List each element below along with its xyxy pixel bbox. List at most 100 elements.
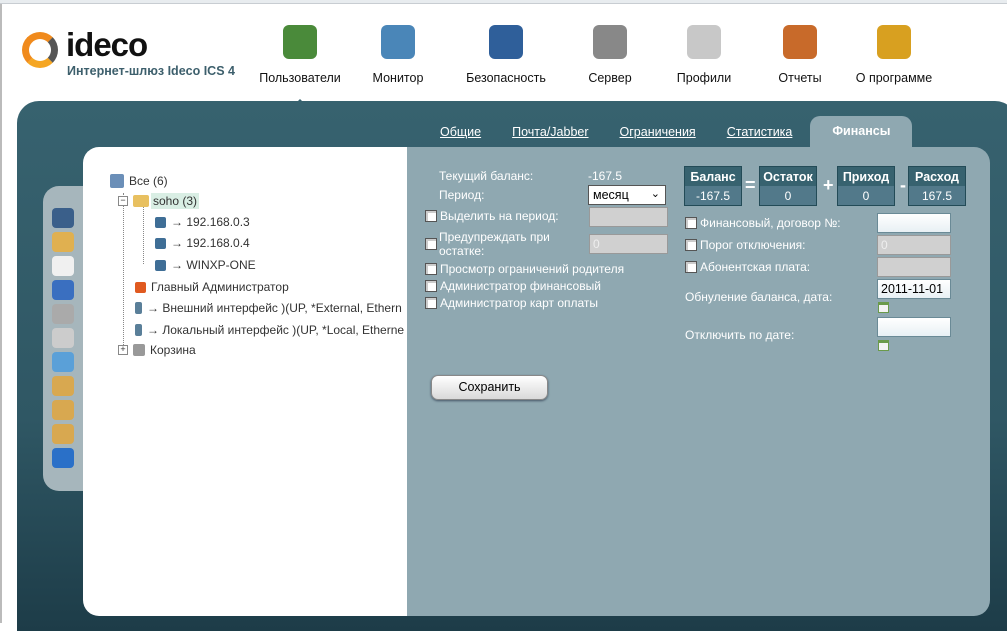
refresh-icon[interactable]	[52, 448, 74, 468]
tab-mail-jabber[interactable]: Почта/Jabber	[512, 125, 588, 147]
threshold-checkbox[interactable]	[685, 239, 697, 251]
tree-label: → Внешний интерфейс )(UP, *External, Eth…	[147, 301, 402, 315]
fin-admin-label: Администратор финансовый	[440, 279, 601, 293]
fee-label: Абонентская плата:	[700, 260, 811, 274]
nav-about[interactable]: О программе	[846, 25, 942, 85]
main-nav: Пользователи Монитор Безопасность Сервер Про…	[250, 25, 942, 105]
nav-label: Профили	[676, 71, 732, 85]
add-folder-icon[interactable]	[52, 232, 74, 252]
collapse-icon[interactable]: −	[118, 196, 128, 206]
tree-group-soho[interactable]: − soho (3)	[118, 193, 200, 209]
disable-date-input[interactable]	[877, 317, 951, 337]
threshold-input[interactable]: 0	[877, 235, 951, 255]
summary-value: 167.5	[921, 189, 953, 203]
allot-label: Выделить на период:	[440, 209, 559, 223]
tree-external-interface[interactable]: → Внешний интерфейс )(UP, *External, Eth…	[135, 301, 402, 315]
equals-sign: =	[745, 175, 756, 195]
fee-input[interactable]	[877, 257, 951, 277]
tree-label: → WINXP-ONE	[171, 258, 256, 272]
add-user-icon[interactable]	[52, 208, 74, 228]
fee-checkbox[interactable]	[685, 261, 697, 273]
logo-mark	[22, 32, 58, 68]
plus-sign: +	[823, 175, 834, 195]
warn-input[interactable]: 0	[589, 234, 668, 254]
reset-label: Обнуление баланса, дата:	[685, 290, 833, 304]
server-icon[interactable]	[52, 304, 74, 324]
tree-local-interface[interactable]: → Локальный интерфейс )(UP, *Local, Ethe…	[135, 323, 404, 337]
tree-trash[interactable]: + Корзина	[118, 343, 196, 357]
expand-icon[interactable]: +	[118, 345, 128, 355]
shield-icon	[489, 25, 523, 59]
parent-limits-label: Просмотр ограничений родителя	[440, 262, 625, 276]
warn-label-cont: остатке:	[439, 244, 485, 258]
reset-date-input[interactable]: 2011-11-01	[877, 279, 951, 299]
clipboard-delete-icon[interactable]	[52, 424, 74, 444]
tab-statistics[interactable]: Статистика	[727, 125, 793, 147]
tree-label: soho (3)	[151, 193, 200, 209]
nav-monitor[interactable]: Монитор	[350, 25, 446, 85]
threshold-label: Порог отключения:	[700, 238, 806, 252]
summary-rest: Остаток 0	[759, 166, 817, 206]
nav-label: Монитор	[372, 71, 424, 85]
monitor-icon	[381, 25, 415, 59]
nav-report[interactable]: Отчеты	[754, 25, 846, 85]
nav-server[interactable]: Сервер	[566, 25, 654, 85]
mail-icon[interactable]	[52, 256, 74, 276]
tree-root[interactable]: Все (6)	[110, 174, 168, 188]
card-admin-checkbox[interactable]	[425, 297, 437, 309]
contract-input[interactable]	[877, 213, 951, 233]
info-icon[interactable]	[52, 280, 74, 300]
summary-value: 0	[862, 189, 870, 203]
tab-general[interactable]: Общие	[440, 125, 481, 147]
nav-profile[interactable]: Профили	[654, 25, 754, 85]
tab-finance[interactable]: Финансы	[810, 116, 913, 147]
nav-label: Сервер	[588, 71, 632, 85]
summary-balance: Баланс -167.5	[684, 166, 742, 206]
tree-label: Корзина	[150, 343, 196, 357]
allot-input[interactable]	[589, 207, 668, 227]
monitor-icon[interactable]	[52, 352, 74, 372]
tree-host[interactable]: → 192.168.0.3	[155, 215, 250, 229]
contract-checkbox[interactable]	[685, 217, 697, 229]
clipboard-list-icon[interactable]	[52, 400, 74, 420]
calendar-icon[interactable]	[878, 340, 889, 351]
nav-shield[interactable]: Безопасность	[446, 25, 566, 85]
tree-host[interactable]: → 192.168.0.4	[155, 236, 250, 250]
chevron-down-icon: ⌄	[650, 188, 660, 200]
warn-checkbox[interactable]	[425, 238, 437, 250]
tabs: Общие Почта/Jabber Ограничения Статистик…	[440, 116, 943, 147]
nav-users[interactable]: Пользователи	[250, 25, 350, 105]
interface-icon	[135, 302, 142, 314]
save-button[interactable]: Сохранить	[431, 375, 548, 400]
summary-value: -167.5	[695, 189, 731, 203]
clipboard-add-icon[interactable]	[52, 376, 74, 396]
tree-label: → Локальный интерфейс )(UP, *Local, Ethe…	[147, 323, 405, 337]
fin-admin-checkbox[interactable]	[425, 280, 437, 292]
tree-line	[123, 193, 124, 353]
disable-date-label: Отключить по дате:	[685, 328, 795, 342]
tree-host[interactable]: → WINXP-ONE	[155, 258, 256, 272]
window-border	[0, 4, 2, 623]
side-toolbar	[43, 186, 85, 491]
nav-label: Пользователи	[259, 71, 341, 85]
logo-text: ideco	[66, 26, 148, 63]
user-icon	[155, 216, 166, 228]
user-icon	[155, 237, 166, 249]
calendar-icon[interactable]	[878, 302, 889, 313]
folder-icon	[133, 195, 149, 207]
balance-value: -167.5	[588, 169, 623, 183]
parent-limits-checkbox[interactable]	[425, 263, 437, 275]
profile-icon	[687, 25, 721, 59]
tree-line	[143, 207, 144, 264]
tree-admin[interactable]: Главный Администратор	[135, 280, 289, 294]
search-icon[interactable]	[52, 328, 74, 348]
tab-limits[interactable]: Ограничения	[620, 125, 696, 147]
minus-sign: -	[900, 175, 906, 195]
window-top-bar	[0, 0, 1007, 4]
nav-label: О программе	[855, 71, 933, 85]
allot-checkbox[interactable]	[425, 210, 437, 222]
nav-label: Безопасность	[466, 71, 546, 85]
summary-value: 0	[784, 189, 792, 203]
period-select[interactable]: месяц ⌄	[588, 185, 666, 205]
interface-icon	[135, 324, 142, 336]
